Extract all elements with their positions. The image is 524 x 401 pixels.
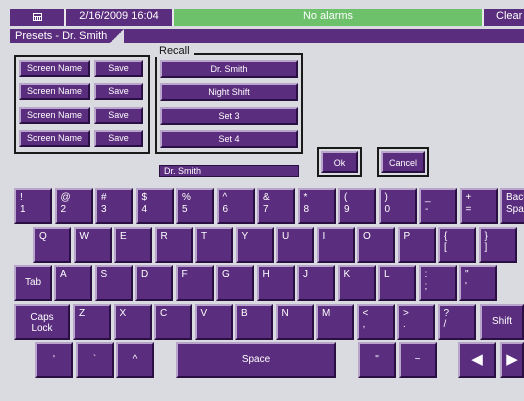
ok-button-label: Ok: [321, 151, 358, 173]
window-title-bar: Presets - Dr. Smith: [10, 29, 524, 43]
key-s[interactable]: S: [94, 265, 133, 301]
key-j[interactable]: J: [297, 265, 335, 301]
punct-key-0[interactable]: ': [35, 342, 73, 378]
save-button-3[interactable]: Save: [94, 107, 143, 124]
key-9[interactable]: ) 0: [378, 188, 417, 224]
shift-key[interactable]: Shift: [480, 303, 524, 340]
key-1[interactable]: @ 2: [54, 188, 93, 224]
recall-item-2[interactable]: Night Shift: [160, 83, 298, 101]
key-l[interactable]: L: [378, 265, 416, 301]
preset-name-field[interactable]: Dr. Smith: [159, 165, 299, 177]
menu-button[interactable]: [10, 9, 64, 26]
cancel-button[interactable]: Cancel: [377, 147, 429, 177]
save-button-4[interactable]: Save: [94, 130, 143, 147]
punct-key-right-0[interactable]: ": [358, 342, 396, 378]
key-c[interactable]: C: [154, 303, 192, 340]
key-i[interactable]: I: [316, 226, 355, 263]
key-e[interactable]: E: [114, 226, 152, 263]
arrow-left-key[interactable]: ◀: [458, 342, 496, 378]
caps-lock-key[interactable]: Caps Lock: [14, 303, 70, 340]
key-6[interactable]: & 7: [257, 188, 295, 224]
key-0[interactable]: ! 1: [14, 188, 52, 224]
tab-key[interactable]: Tab: [14, 265, 52, 301]
key-t[interactable]: T: [195, 226, 233, 263]
save-button-2[interactable]: Save: [94, 83, 143, 100]
recall-item-1[interactable]: Dr. Smith: [160, 60, 298, 78]
cancel-button-label: Cancel: [381, 151, 425, 173]
screen-name-button-4[interactable]: Screen Name: [19, 130, 90, 147]
arrow-left-icon: ◀: [471, 351, 483, 368]
alarm-status: No alarms: [174, 9, 482, 26]
arrow-right-key[interactable]: ▶: [500, 342, 524, 378]
key-2[interactable]: # 3: [95, 188, 133, 224]
key-sym7[interactable]: < ,: [356, 303, 395, 340]
key-a[interactable]: A: [54, 265, 92, 301]
key-5[interactable]: ^ 6: [216, 188, 255, 224]
key-m[interactable]: M: [316, 303, 354, 340]
key-r[interactable]: R: [154, 226, 193, 263]
key-u[interactable]: U: [276, 226, 314, 263]
title-tab-edge: [110, 29, 124, 43]
key-10[interactable]: _ -: [419, 188, 457, 224]
key-o[interactable]: O: [357, 226, 395, 263]
recall-item-3[interactable]: Set 3: [160, 107, 298, 125]
key-sym9[interactable]: : ;: [418, 265, 457, 301]
key-g[interactable]: G: [216, 265, 254, 301]
calculator-icon: [32, 13, 42, 21]
key-b[interactable]: B: [235, 303, 273, 340]
screen-name-button-2[interactable]: Screen Name: [19, 83, 90, 100]
key-8[interactable]: ( 9: [338, 188, 376, 224]
key-d[interactable]: D: [135, 265, 173, 301]
backspace-key[interactable]: Back Space: [500, 188, 524, 224]
key-sym8[interactable]: > .: [397, 303, 435, 340]
key-sym9[interactable]: ? /: [437, 303, 476, 340]
ok-button[interactable]: Ok: [317, 147, 362, 177]
datetime-display: 2/16/2009 16:04: [66, 9, 172, 26]
key-k[interactable]: K: [337, 265, 376, 301]
clear-button[interactable]: Clear: [484, 9, 524, 26]
key-v[interactable]: V: [194, 303, 233, 340]
key-4[interactable]: % 5: [176, 188, 214, 224]
space-key[interactable]: Space: [176, 342, 336, 378]
key-z[interactable]: Z: [73, 303, 111, 340]
key-symsymsym[interactable]: { [: [438, 226, 476, 263]
key-sym10[interactable]: " ': [459, 265, 497, 301]
key-x[interactable]: X: [113, 303, 152, 340]
recall-item-4[interactable]: Set 4: [160, 130, 298, 148]
key-w[interactable]: W: [73, 226, 112, 263]
key-y[interactable]: Y: [235, 226, 274, 263]
key-h[interactable]: H: [256, 265, 295, 301]
key-p[interactable]: P: [397, 226, 436, 263]
key-11[interactable]: + =: [459, 188, 498, 224]
punct-key-right-1[interactable]: ~: [398, 342, 437, 378]
screen-name-button-1[interactable]: Screen Name: [19, 60, 90, 77]
page-title: Presets - Dr. Smith: [15, 30, 108, 42]
key-q[interactable]: Q: [33, 226, 71, 263]
screen-name-button-3[interactable]: Screen Name: [19, 107, 90, 124]
punct-key-2[interactable]: ^: [116, 342, 154, 378]
key-f[interactable]: F: [175, 265, 214, 301]
key-7[interactable]: * 8: [297, 188, 336, 224]
key-symsymsym[interactable]: } ]: [478, 226, 517, 263]
recall-title: Recall: [155, 45, 194, 57]
key-3[interactable]: $ 4: [135, 188, 174, 224]
key-n[interactable]: N: [275, 303, 314, 340]
arrow-right-icon: ▶: [506, 351, 518, 368]
punct-key-1[interactable]: `: [75, 342, 114, 378]
save-button-1[interactable]: Save: [94, 60, 143, 77]
status-bar: 2/16/2009 16:04 No alarms Clear: [10, 9, 524, 26]
